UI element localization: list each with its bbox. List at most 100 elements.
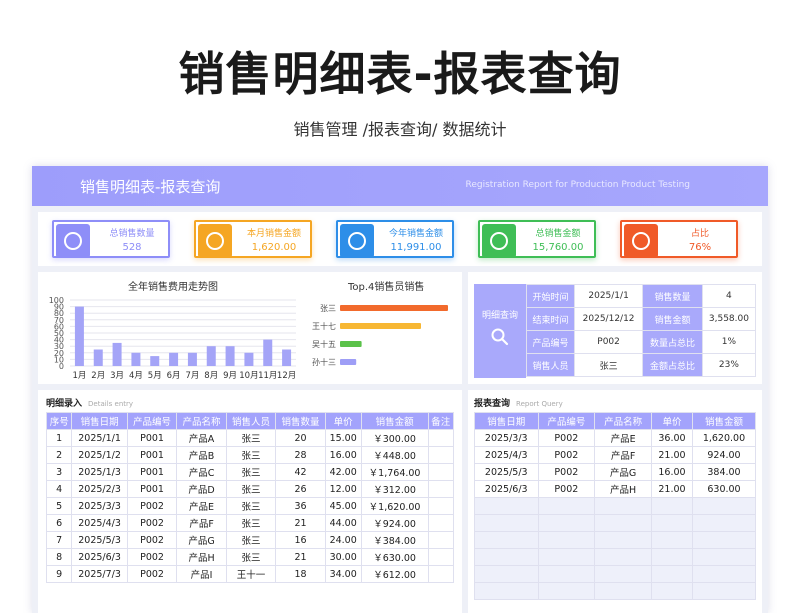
table-cell[interactable]: 1,620.00 (691, 429, 757, 447)
info-value[interactable]: 4 (701, 284, 757, 308)
table-cell[interactable]: 42 (275, 463, 326, 481)
table-cell[interactable]: P002 (126, 531, 178, 549)
table-cell[interactable] (691, 565, 757, 583)
table-cell[interactable] (427, 497, 455, 515)
table-cell[interactable]: 产品C (176, 463, 227, 481)
table-cell[interactable]: 张三 (225, 548, 277, 566)
table-cell[interactable]: 630.00 (691, 480, 757, 498)
table-cell[interactable] (650, 565, 693, 583)
table-cell[interactable]: 21 (275, 548, 326, 566)
table-cell[interactable]: ￥612.00 (360, 565, 429, 583)
table-cell[interactable] (537, 514, 596, 532)
table-cell[interactable]: 2025/6/3 (71, 548, 128, 566)
table-cell[interactable]: 384.00 (691, 463, 757, 481)
table-cell[interactable]: 2025/4/3 (474, 446, 539, 464)
table-cell[interactable]: 产品D (176, 480, 227, 498)
table-cell[interactable] (594, 497, 652, 515)
table-cell[interactable]: ￥300.00 (360, 429, 429, 447)
table-cell[interactable]: 张三 (225, 446, 277, 464)
table-cell[interactable]: 36 (275, 497, 326, 515)
info-value[interactable]: 2025/1/1 (573, 284, 644, 308)
table-cell[interactable] (537, 531, 596, 549)
table-cell[interactable] (474, 497, 539, 515)
table-cell[interactable]: 16.00 (324, 446, 362, 464)
table-cell[interactable]: 8 (45, 548, 73, 566)
info-value[interactable]: 3,558.00 (701, 307, 757, 331)
table-cell[interactable]: 16 (275, 531, 326, 549)
table-cell[interactable]: 21 (275, 514, 326, 532)
table-cell[interactable] (594, 514, 652, 532)
table-cell[interactable]: 产品E (176, 497, 227, 515)
table-cell[interactable] (537, 497, 596, 515)
info-value[interactable]: P002 (573, 330, 644, 354)
table-cell[interactable]: 2025/1/1 (71, 429, 128, 447)
table-cell[interactable]: P001 (126, 429, 178, 447)
table-cell[interactable]: ￥312.00 (360, 480, 429, 498)
table-cell[interactable] (650, 497, 693, 515)
table-cell[interactable]: 5 (45, 497, 73, 515)
table-cell[interactable]: 2025/4/3 (71, 514, 128, 532)
table-cell[interactable] (537, 582, 596, 600)
table-cell[interactable]: 产品F (594, 446, 652, 464)
table-cell[interactable] (427, 446, 455, 464)
table-cell[interactable] (650, 582, 693, 600)
table-cell[interactable]: 产品B (176, 446, 227, 464)
table-cell[interactable] (537, 565, 596, 583)
table-cell[interactable] (427, 548, 455, 566)
table-cell[interactable] (691, 548, 757, 566)
table-cell[interactable] (594, 548, 652, 566)
table-cell[interactable]: 21.00 (650, 480, 693, 498)
table-cell[interactable]: P001 (126, 480, 178, 498)
table-cell[interactable] (594, 565, 652, 583)
table-cell[interactable]: 21.00 (650, 446, 693, 464)
table-cell[interactable] (474, 531, 539, 549)
table-cell[interactable]: 18 (275, 565, 326, 583)
table-cell[interactable]: 2025/3/3 (474, 429, 539, 447)
info-value[interactable]: 张三 (573, 353, 644, 377)
table-cell[interactable]: P002 (126, 514, 178, 532)
table-cell[interactable]: 44.00 (324, 514, 362, 532)
table-cell[interactable]: P002 (537, 463, 596, 481)
table-cell[interactable]: 产品H (594, 480, 652, 498)
info-value[interactable]: 2025/12/12 (573, 307, 644, 331)
table-cell[interactable] (474, 565, 539, 583)
table-cell[interactable]: 张三 (225, 463, 277, 481)
detail-query-button[interactable]: 明细查询 (474, 284, 526, 378)
table-cell[interactable]: 26 (275, 480, 326, 498)
table-cell[interactable] (650, 514, 693, 532)
table-cell[interactable]: 9 (45, 565, 73, 583)
table-cell[interactable] (427, 429, 455, 447)
table-cell[interactable]: 张三 (225, 514, 277, 532)
table-cell[interactable]: 2025/1/2 (71, 446, 128, 464)
table-cell[interactable]: P002 (537, 429, 596, 447)
table-cell[interactable]: 产品E (594, 429, 652, 447)
table-cell[interactable] (474, 582, 539, 600)
table-cell[interactable]: 产品G (176, 531, 227, 549)
table-cell[interactable]: 16.00 (650, 463, 693, 481)
table-cell[interactable]: P001 (126, 446, 178, 464)
table-cell[interactable]: 产品F (176, 514, 227, 532)
table-cell[interactable]: 产品H (176, 548, 227, 566)
table-cell[interactable]: ￥1,620.00 (360, 497, 429, 515)
table-cell[interactable]: 24.00 (324, 531, 362, 549)
table-cell[interactable]: 产品A (176, 429, 227, 447)
table-cell[interactable]: 王十一 (225, 565, 277, 583)
table-cell[interactable] (650, 531, 693, 549)
table-cell[interactable]: P002 (126, 548, 178, 566)
table-cell[interactable]: P002 (537, 446, 596, 464)
table-cell[interactable] (427, 514, 455, 532)
table-cell[interactable] (427, 480, 455, 498)
table-cell[interactable]: 张三 (225, 531, 277, 549)
table-cell[interactable]: 20 (275, 429, 326, 447)
table-cell[interactable]: 30.00 (324, 548, 362, 566)
table-cell[interactable]: P001 (126, 463, 178, 481)
table-cell[interactable] (474, 514, 539, 532)
table-cell[interactable]: 2025/5/3 (474, 463, 539, 481)
info-value[interactable]: 1% (701, 330, 757, 354)
table-cell[interactable]: ￥448.00 (360, 446, 429, 464)
table-cell[interactable]: 2025/3/3 (71, 497, 128, 515)
table-cell[interactable]: 2025/5/3 (71, 531, 128, 549)
table-cell[interactable] (427, 463, 455, 481)
table-cell[interactable] (650, 548, 693, 566)
table-cell[interactable]: 3 (45, 463, 73, 481)
